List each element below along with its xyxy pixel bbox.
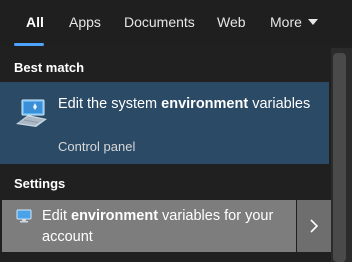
settings-heading: Settings xyxy=(14,176,66,191)
settings-result-text-pre: Edit xyxy=(42,208,72,224)
settings-result-text: Edit environment variables for your acco… xyxy=(42,206,292,248)
system-properties-icon xyxy=(14,98,48,133)
best-match-subtitle: Control panel xyxy=(58,139,136,154)
tab-more[interactable]: More xyxy=(270,14,318,30)
scrollbar-thumb[interactable] xyxy=(333,53,346,262)
best-match-heading: Best match xyxy=(14,60,85,75)
best-match-title-pre: Edit the system xyxy=(58,96,162,112)
best-match-title: Edit the system environment variables xyxy=(58,94,318,115)
expand-details-button[interactable] xyxy=(297,200,331,252)
tab-more-label: More xyxy=(270,14,302,30)
tab-web[interactable]: Web xyxy=(217,14,246,30)
tab-all[interactable]: All xyxy=(26,14,44,30)
settings-result-text-highlight: environment xyxy=(71,208,159,224)
settings-result-row[interactable]: Edit environment variables for your acco… xyxy=(2,200,296,252)
computer-icon xyxy=(16,209,32,228)
chevron-right-icon xyxy=(310,219,319,233)
best-match-result[interactable]: Edit the system environment variables Co… xyxy=(0,82,329,164)
active-tab-indicator xyxy=(14,43,44,46)
best-match-title-highlight: environment xyxy=(161,96,249,112)
chevron-down-icon xyxy=(307,19,318,25)
search-filter-tabs: All Apps Documents Web More xyxy=(0,0,352,46)
tab-apps[interactable]: Apps xyxy=(69,14,101,30)
tab-documents[interactable]: Documents xyxy=(124,14,195,30)
best-match-title-post: variables xyxy=(248,96,311,112)
